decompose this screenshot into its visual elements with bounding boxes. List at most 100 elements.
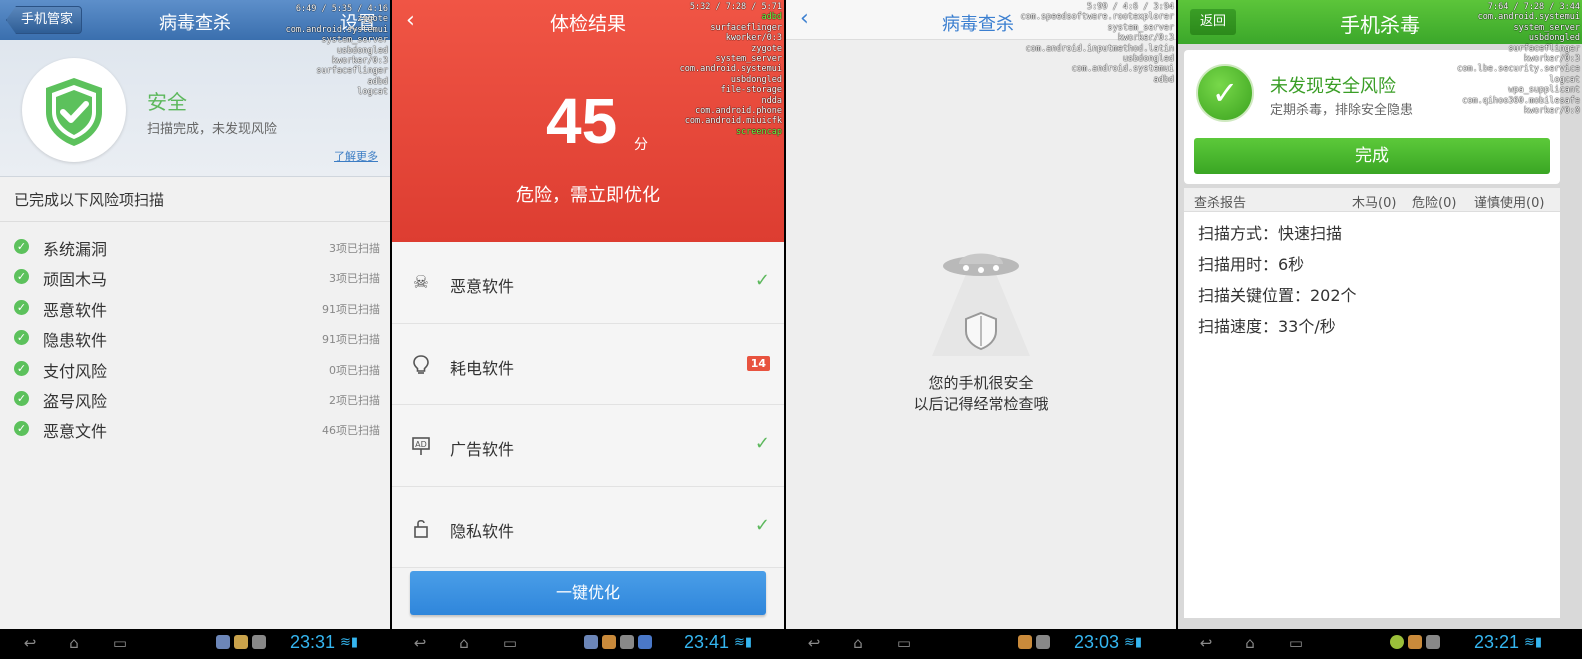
check-icon: ✓ <box>754 270 770 291</box>
debug-line: system_server <box>1513 22 1580 33</box>
check-icon: ✓ <box>754 433 770 454</box>
wifi-battery-icon: ≋▮ <box>734 635 753 650</box>
app-notify-icon <box>1390 635 1404 649</box>
debug-line: wpa_supplicant <box>1508 85 1580 96</box>
report-line: 扫描方式：快速扫描 <box>1198 224 1343 243</box>
debug-line: com.qihoo360.mobilesafe <box>1462 95 1580 106</box>
caution-count-tab[interactable]: 谨慎使用(0) <box>1474 192 1544 211</box>
row-label: 隐私软件 <box>450 521 515 541</box>
page-title: 病毒查杀 <box>942 14 1014 35</box>
list-item: ✓ 恶意软件 91项已扫描 <box>0 293 390 323</box>
app-notify-icon <box>602 635 616 649</box>
check-icon: ✓ <box>14 239 29 254</box>
score-value: 45 <box>546 85 618 157</box>
recents-nav-icon[interactable]: ▭ <box>1284 634 1308 652</box>
debug-line: system_server <box>321 35 388 46</box>
back-nav-icon[interactable]: ↩ <box>802 634 826 652</box>
report-line: 扫描速度：33个/秒 <box>1198 317 1336 336</box>
safe-message: 您的手机很安全 <box>928 374 1034 392</box>
notification-icons <box>1390 635 1440 653</box>
android-debug-icon <box>620 635 634 649</box>
app-notify-icon <box>638 635 652 649</box>
status-clock: 23:03 <box>1074 632 1120 652</box>
debug-line: adbd <box>1153 74 1174 85</box>
debug-line: system_server <box>1107 22 1174 33</box>
recents-nav-icon[interactable]: ▭ <box>498 634 522 652</box>
status-title: 未发现安全风险 <box>1270 76 1396 97</box>
home-nav-icon[interactable]: ⌂ <box>846 634 870 652</box>
danger-count-tab[interactable]: 危险(0) <box>1412 192 1456 211</box>
android-nav-bar: ↩ ⌂ ▭ 23:31 ≋▮ <box>0 629 390 659</box>
row-label: 广告软件 <box>450 440 515 459</box>
item-count: 91项已扫描 <box>322 333 380 347</box>
debug-line: kworker/0:3 <box>1523 54 1580 65</box>
home-nav-icon[interactable]: ⌂ <box>1238 634 1262 652</box>
item-name: 恶意文件 <box>43 422 108 442</box>
debug-line: com.android.systemui <box>285 24 388 35</box>
debug-line: kworker/0:3 <box>331 56 388 67</box>
back-nav-icon[interactable]: ↩ <box>1194 634 1218 652</box>
android-nav-bar: ↩ ⌂ ▭ 23:03 ≋▮ <box>786 629 1176 659</box>
item-count: 46项已扫描 <box>322 424 380 438</box>
trojan-count-tab[interactable]: 木马(0) <box>1352 192 1396 211</box>
list-item: ✓ 支付风险 0项已扫描 <box>0 354 390 384</box>
check-icon: ✓ <box>14 360 29 376</box>
recents-nav-icon[interactable]: ▭ <box>108 634 132 652</box>
debug-line: ndda <box>761 95 782 106</box>
result-row-privacy[interactable]: 隐私软件 ✓ <box>392 486 784 568</box>
debug-line: kworker/0:3 <box>725 33 782 44</box>
list-item: ✓ 顽固木马 3项已扫描 <box>0 262 390 292</box>
result-row-ads[interactable]: AD 广告软件 ✓ <box>392 405 784 487</box>
danger-status: 危险，需立即优化 <box>516 185 660 206</box>
check-circle-icon: ✓ <box>1196 64 1254 122</box>
screen-virus-scan-empty: ‹ 病毒查杀 5:99 / 4:6 / 3:94 com.speedsoftwa… <box>786 0 1176 659</box>
debug-line: com.lbe.security.service <box>1457 64 1580 75</box>
debug-line: adbd <box>367 76 388 87</box>
learn-more-link[interactable]: 了解更多 <box>334 148 378 164</box>
row-label: 恶意软件 <box>450 277 515 296</box>
debug-line: surfaceflinger <box>1508 43 1580 54</box>
home-nav-icon[interactable]: ⌂ <box>452 634 476 652</box>
status-title: 安全 <box>147 90 187 114</box>
done-button[interactable]: 完成 <box>1194 138 1550 174</box>
screenshot-collage: 手机管家 病毒查杀 设置 6:49 / 5:35 / 4:16 zygote c… <box>0 0 1582 659</box>
report-line: 扫描用时：6秒 <box>1198 255 1305 274</box>
debug-line: kworker/0:3 <box>1117 33 1174 44</box>
list-item: ✓ 隐患软件 91项已扫描 <box>0 323 390 353</box>
item-count: 0项已扫描 <box>329 363 380 377</box>
debug-line: com.android.phone <box>695 106 782 117</box>
item-count: 91项已扫描 <box>322 302 380 316</box>
ufo-shield-illustration <box>932 253 1030 356</box>
result-row-malware[interactable]: ☠ 恶意软件 ✓ <box>392 242 784 324</box>
debug-line: system_server <box>715 54 782 65</box>
debug-line: surfaceflinger <box>710 22 782 33</box>
debug-line: zygote <box>357 14 388 25</box>
recents-nav-icon[interactable]: ▭ <box>892 634 916 652</box>
report-line: 扫描关键位置：202个 <box>1198 286 1357 305</box>
debug-overlay: 7:64 / 7:28 / 3:44 com.android.systemui … <box>1457 2 1580 116</box>
item-name: 支付风险 <box>43 361 108 381</box>
back-arrow-icon[interactable]: ‹ <box>800 6 809 31</box>
debug-line: usbdongled <box>1122 54 1174 65</box>
item-name: 盗号风险 <box>43 391 108 411</box>
scan-item-list: ✓ 系统漏洞 3项已扫描 ✓ 顽固木马 3项已扫描 ✓ 恶意软件 91项已扫描 ✓ 隐患软件 9… <box>0 222 390 445</box>
debug-line: surfaceflinger <box>316 66 388 77</box>
home-nav-icon[interactable]: ⌂ <box>62 634 86 652</box>
svg-text:AD: AD <box>415 440 427 449</box>
item-name: 系统漏洞 <box>43 240 108 259</box>
debug-line: com.android.miuicfk <box>684 116 782 127</box>
optimize-button[interactable]: 一键优化 <box>410 571 766 615</box>
debug-line: adbd <box>761 12 782 23</box>
skull-icon: ☠ <box>412 272 430 293</box>
debug-line: screencap <box>735 126 782 137</box>
back-nav-icon[interactable]: ↩ <box>18 634 42 652</box>
check-icon: ✓ <box>14 330 29 346</box>
result-row-power[interactable]: 耗电软件 14 <box>392 323 784 405</box>
debug-line: com.android.systemui <box>1071 64 1174 75</box>
screen-checkup-result: ‹ 体检结果 45 分 危险，需立即优化 5:32 / 7:28 / 5:71 … <box>392 0 784 659</box>
scan-report: 查杀报告 木马(0) 危险(0) 谨慎使用(0) 扫描方式：快速扫描 扫描用时：… <box>1184 188 1560 618</box>
list-item: ✓ 恶意文件 46项已扫描 <box>0 414 390 444</box>
notification-icons <box>584 635 652 653</box>
back-nav-icon[interactable]: ↩ <box>408 634 432 652</box>
status-clock: 23:31 <box>290 632 336 652</box>
